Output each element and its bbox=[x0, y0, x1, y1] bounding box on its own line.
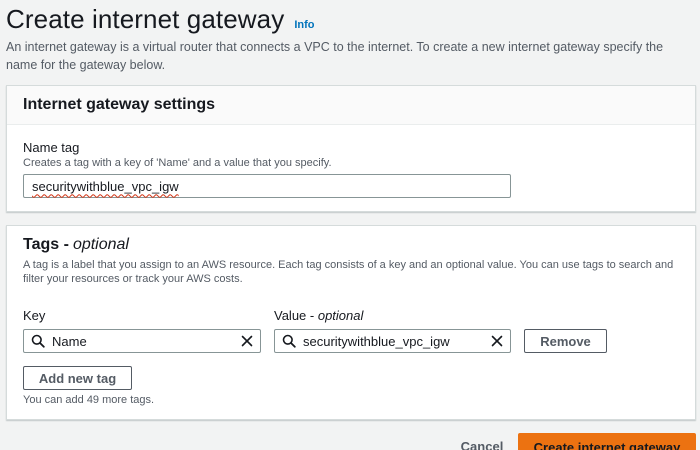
internet-gateway-settings-panel: Internet gateway settings Name tag Creat… bbox=[6, 85, 696, 212]
tags-panel: Tags - optional A tag is a label that yo… bbox=[6, 225, 696, 420]
tags-title: Tags - bbox=[23, 236, 69, 253]
name-tag-description: Creates a tag with a key of 'Name' and a… bbox=[23, 157, 332, 169]
create-internet-gateway-button[interactable]: Create internet gateway bbox=[518, 433, 696, 450]
settings-panel-title: Internet gateway settings bbox=[23, 96, 216, 113]
page-description: An internet gateway is a virtual router … bbox=[6, 40, 664, 72]
tags-title-optional: optional bbox=[72, 236, 129, 253]
value-label-optional: optional bbox=[317, 308, 364, 323]
name-tag-value: securitywithblue_vpc_igw bbox=[32, 178, 179, 194]
value-column-label: Value - optional bbox=[274, 308, 363, 323]
key-column-label: Key bbox=[23, 308, 46, 323]
add-new-tag-button[interactable]: Add new tag bbox=[23, 366, 132, 390]
tag-key-value: Name bbox=[52, 333, 87, 349]
close-icon[interactable] bbox=[234, 335, 260, 347]
tag-key-input[interactable]: Name bbox=[23, 329, 261, 353]
name-tag-field: Name tag Creates a tag with a key of 'Na… bbox=[23, 140, 332, 169]
info-link[interactable]: Info bbox=[294, 19, 314, 31]
settings-panel-header: Internet gateway settings bbox=[7, 86, 695, 125]
tags-title-row: Tags - optional bbox=[23, 236, 129, 254]
tags-description: A tag is a label that you assign to an A… bbox=[23, 259, 674, 285]
tag-value-input[interactable]: securitywithblue_vpc_igw bbox=[274, 329, 511, 353]
create-internet-gateway-page: Create internet gateway Info An internet… bbox=[0, 0, 700, 450]
remove-tag-button[interactable]: Remove bbox=[524, 329, 607, 353]
page-title: Create internet gateway bbox=[6, 4, 285, 34]
tag-value-value: securitywithblue_vpc_igw bbox=[303, 333, 450, 349]
tags-remaining-hint: You can add 49 more tags. bbox=[23, 394, 155, 406]
cancel-button[interactable]: Cancel bbox=[452, 436, 512, 450]
title-row: Create internet gateway Info bbox=[6, 4, 315, 35]
page-header: Create internet gateway Info bbox=[6, 4, 315, 35]
close-icon[interactable] bbox=[484, 335, 510, 347]
search-icon bbox=[24, 334, 52, 348]
name-tag-label: Name tag bbox=[23, 140, 80, 155]
name-tag-input[interactable]: securitywithblue_vpc_igw bbox=[23, 174, 511, 198]
value-label-text: Value - bbox=[274, 308, 318, 323]
search-icon bbox=[275, 334, 303, 348]
